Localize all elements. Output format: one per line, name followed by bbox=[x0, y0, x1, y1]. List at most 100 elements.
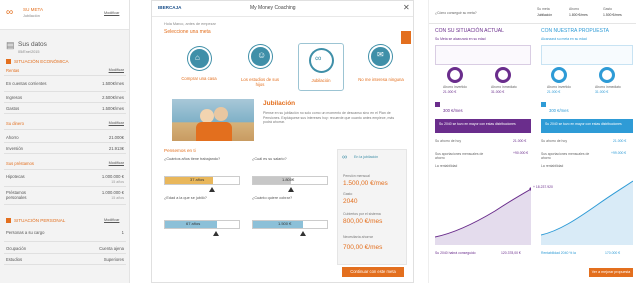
result-label: Gasto bbox=[343, 192, 353, 196]
choice-label: Los estudios de sus hijos bbox=[241, 77, 279, 88]
col2-box-text: Su 2040 se tuvo en mayor con estas distr… bbox=[545, 122, 622, 126]
col1-line-label: La rentabilidad bbox=[435, 164, 458, 168]
q3-slider[interactable] bbox=[164, 220, 240, 229]
col2-line-label: Su ahorro de hoy bbox=[541, 139, 568, 143]
col1-line-value: +90.000 € bbox=[513, 151, 529, 155]
pers-row: Ocupación Cuenta ajena bbox=[4, 245, 126, 254]
result-label: Pensión mensual bbox=[343, 174, 370, 178]
result-head: En la jubilación bbox=[354, 155, 379, 159]
prest-row: Hipotecas 1.000.000 € 15 años bbox=[4, 173, 126, 187]
econ-row: En cuentas corrientes 1.500€/mes bbox=[4, 80, 126, 92]
col2-ring bbox=[599, 67, 615, 83]
close-icon[interactable]: ✕ bbox=[403, 4, 410, 12]
econ-row: Ingresos 2.500€/mes bbox=[4, 94, 126, 103]
choice-label: Jubilación bbox=[311, 78, 331, 83]
house-icon: ⌂ bbox=[195, 53, 200, 62]
econ-square-icon bbox=[6, 59, 11, 64]
q1-value: 37 años bbox=[190, 177, 205, 182]
goal-title: SU META bbox=[23, 7, 44, 12]
col1-total-value: 120.378,00 € bbox=[501, 251, 521, 255]
col1-monthly: 300 €/mes bbox=[443, 108, 463, 113]
pers-title: SITUACIÓN PERSONAL bbox=[14, 218, 66, 223]
q4-slider-handle[interactable] bbox=[300, 231, 306, 236]
col2-line-label: La rentabilidad bbox=[541, 164, 564, 168]
q3-slider-handle[interactable] bbox=[213, 231, 219, 236]
selected-choice-box bbox=[298, 43, 344, 91]
col1-ring bbox=[495, 67, 511, 83]
econ-title: SITUACIÓN ECONÓMICA bbox=[14, 59, 69, 64]
goal-modify-link[interactable]: Modificar bbox=[104, 11, 119, 16]
econ-row: Gastos 1.500€/mes bbox=[4, 105, 126, 114]
pers-row-label: Personas a su cargo bbox=[6, 230, 45, 235]
col1-line-value: 21.000 € bbox=[513, 139, 527, 143]
col1-ring-label: Ahorro inmediato bbox=[491, 85, 517, 89]
pers-modify-link[interactable]: Modificar bbox=[104, 218, 119, 223]
improve-proposal-button[interactable]: Ver a mejorar propuesta bbox=[589, 268, 633, 277]
growth-chart bbox=[435, 187, 531, 245]
q3-label: ¿Edad a la que se jubiló? bbox=[164, 196, 207, 200]
retirement-description: Piense en su jubilación no solo como un … bbox=[263, 111, 395, 125]
orange-tab[interactable] bbox=[401, 31, 411, 44]
col1-box-text: Su 2040 se tuvo en mayor con estas distr… bbox=[439, 122, 516, 126]
col2-line-value: 21.000 € bbox=[613, 139, 627, 143]
dialog-title: My Money Coaching bbox=[250, 5, 296, 11]
econ-row-value: 1.500€/mes bbox=[102, 106, 124, 111]
result-value: 1.500,00 €/mes bbox=[343, 180, 388, 187]
ahorro-row-value: 21.000€ bbox=[108, 135, 124, 140]
pers-row: Estudios Superiores bbox=[4, 256, 126, 265]
prest-row-sub: 15 años bbox=[111, 196, 124, 200]
q4-value: 1.500 € bbox=[278, 221, 292, 226]
econ-row-label: En cuentas corrientes bbox=[6, 81, 47, 86]
ahorro-sub-row: Su dinero Modificar bbox=[4, 120, 126, 130]
econ-row-label: Gastos bbox=[6, 106, 20, 111]
ahorro-row: Ahorro 21.000€ bbox=[4, 134, 126, 143]
col2-ring-label: Ahorro invertido bbox=[547, 85, 571, 89]
prest-sub-row: Sus préstamos Modificar bbox=[4, 160, 126, 170]
pers-square-icon bbox=[6, 218, 11, 223]
result-value: 2040 bbox=[343, 198, 358, 205]
datos-date: 05/Ene/2015 bbox=[18, 50, 40, 54]
col1-line-label: Su ahorro de hoy bbox=[435, 139, 462, 143]
q3-value: 67 años bbox=[186, 221, 201, 226]
continue-button[interactable]: Continuar con este meta bbox=[342, 267, 404, 277]
result-value: 800,00 €/mes bbox=[343, 218, 383, 225]
econ-sub: Rentas bbox=[6, 68, 20, 73]
small-intro: Hola Marco, antes de empezar bbox=[164, 22, 216, 26]
econ-row-value: 1.500€/mes bbox=[102, 81, 124, 86]
col2-bullet bbox=[541, 102, 546, 107]
prest-row-value: 1.000.000 € bbox=[101, 174, 124, 179]
col1-check: Su Meta se alcanzará en su edad bbox=[435, 37, 486, 41]
profile-sidebar: ∞ SU META Jubilación Modificar ▤ Sus dat… bbox=[0, 0, 130, 283]
q1-slider-handle[interactable] bbox=[209, 187, 215, 192]
prest-modify-link[interactable]: Modificar bbox=[109, 161, 124, 166]
ahorro-row-label: Ahorro bbox=[6, 135, 19, 140]
result-label: Necesitaría ahorrar bbox=[343, 235, 373, 239]
dialog-header: IBERCAJA My Money Coaching ✕ bbox=[152, 1, 413, 17]
econ-row-value: 2.500€/mes bbox=[102, 95, 124, 100]
econ-sub-row: Rentas Modificar bbox=[4, 67, 126, 76]
goal-box: ∞ SU META Jubilación Modificar bbox=[0, 0, 129, 30]
child-icon: ☺ bbox=[257, 50, 267, 60]
col2-info-box bbox=[541, 45, 633, 65]
econ-modify-link[interactable]: Modificar bbox=[109, 68, 124, 73]
ahorro-row: Inversión 21.913€ bbox=[4, 145, 126, 154]
q2-label: ¿Cuál es su salario? bbox=[252, 157, 287, 161]
q2-slider-handle[interactable] bbox=[288, 187, 294, 192]
intro-text: Seleccione una meta bbox=[164, 29, 211, 35]
head-item-label: Su meta bbox=[537, 7, 550, 11]
head-item-value: Jubilación bbox=[537, 13, 553, 17]
col1-ring bbox=[447, 67, 463, 83]
goal-dialog: IBERCAJA My Money Coaching ✕ Hola Marco,… bbox=[151, 0, 414, 283]
ahorro-modify-link[interactable]: Modificar bbox=[109, 121, 124, 126]
col1-title: CON SU SITUACIÓN ACTUAL bbox=[435, 28, 504, 34]
prest-row-sub: 15 años bbox=[111, 180, 124, 184]
choice-label: Comprar una casa bbox=[181, 76, 217, 81]
glasses-icon: ∞ bbox=[6, 7, 14, 18]
col2-monthly: 300 €/mes bbox=[549, 108, 569, 113]
pers-row-value: 1 bbox=[121, 230, 124, 235]
col2-title: CON NUESTRA PROPUESTA bbox=[541, 28, 609, 34]
retirement-heading: Jubilación bbox=[263, 100, 296, 107]
other-icon: ✉ bbox=[377, 50, 384, 59]
col1-ring-value: 31.000 € bbox=[491, 90, 505, 94]
document-icon: ▤ bbox=[6, 40, 15, 50]
